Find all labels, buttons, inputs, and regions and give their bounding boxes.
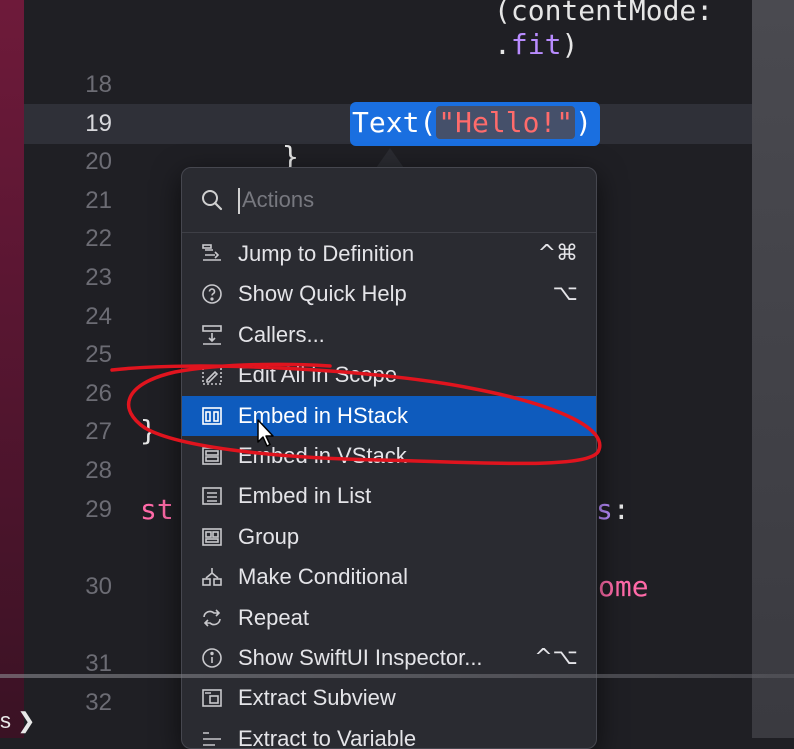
code-text-call: Text( (352, 106, 437, 139)
edit-scope-icon (202, 365, 222, 385)
scrubber-bar (0, 674, 794, 678)
menu-item-embed-in-hstack[interactable]: Embed in HStack (182, 395, 596, 436)
line-number: 30 (85, 573, 112, 600)
menu-item-label: Callers... (238, 321, 325, 347)
menu-item-label: Jump to Definition (238, 241, 415, 266)
line-number: 32 (85, 689, 112, 716)
menu-item-show-swiftui-inspector[interactable]: Show SwiftUI Inspector... ^⌥ (182, 638, 596, 678)
text-caret (238, 188, 240, 214)
code-close-paren: ) (561, 28, 579, 61)
window-edge-right (752, 0, 794, 738)
callers-icon (202, 324, 222, 345)
menu-item-label: Group (238, 523, 300, 549)
actions-search-row (182, 168, 596, 233)
conditional-icon (202, 568, 222, 586)
line-number: 18 (85, 71, 112, 98)
shortcut-label: ⌥ (552, 281, 578, 307)
menu-item-label: Extract Subview (238, 685, 396, 711)
line-number: 28 (85, 457, 112, 484)
code-struct-keyword: st (140, 493, 174, 526)
group-icon (202, 527, 222, 546)
code-close-paren: ) (575, 106, 593, 139)
menu-item-embed-in-list[interactable]: Embed in List (182, 476, 596, 516)
line-number: 24 (85, 303, 112, 330)
search-icon (202, 190, 223, 211)
menu-item-make-conditional[interactable]: Make Conditional (182, 557, 596, 597)
shortcut-label: ^⌘ (537, 241, 578, 266)
line-number: 22 (85, 225, 112, 252)
menu-item-extract-subview[interactable]: Extract Subview (182, 678, 596, 718)
line-number: 20 (85, 148, 112, 175)
shortcut-label: ^⌥ (534, 644, 578, 670)
menu-item-callers[interactable]: Callers... (182, 315, 596, 355)
code-dot: . (494, 28, 511, 61)
menu-item-label: Repeat (238, 604, 309, 630)
menu-item-label: Make Conditional (238, 564, 408, 590)
actions-search-input[interactable] (238, 182, 572, 218)
line-number: 29 (85, 496, 112, 523)
line-number: 21 (85, 187, 112, 214)
popup-pointer (376, 148, 404, 168)
actions-menu: Jump to Definition ^⌘ Show Quick Help ⌥ … (182, 234, 596, 749)
menu-item-label: Extract to Variable (238, 725, 417, 749)
code-line-fit: .fit) (494, 28, 578, 62)
list-icon (202, 487, 222, 506)
line-number-current: 19 (85, 110, 112, 137)
menu-item-repeat[interactable]: Repeat (182, 598, 596, 638)
line-number: 26 (85, 380, 112, 407)
menu-item-edit-all-in-scope[interactable]: Edit All in Scope (182, 355, 596, 395)
code-fit-keyword: fit (510, 28, 562, 61)
code-line-contentmode: (contentMode: (494, 0, 714, 27)
menu-item-extract-to-variable[interactable]: Extract to Variable (182, 719, 596, 749)
info-circle-icon (202, 648, 222, 668)
menu-item-label: Show Quick Help (238, 281, 407, 307)
extract-subview-icon (202, 689, 222, 708)
code-line-29-tail: s: (596, 493, 630, 527)
menu-item-label: Embed in List (238, 483, 372, 509)
menu-item-label: Edit All in Scope (238, 362, 397, 388)
menu-item-show-quick-help[interactable]: Show Quick Help ⌥ (182, 274, 596, 314)
vstack-icon (202, 447, 222, 465)
line-number: 27 (85, 418, 112, 445)
code-colon: : (612, 493, 630, 526)
selected-code[interactable]: Text("Hello!") (352, 106, 592, 140)
jump-to-definition-icon (202, 244, 221, 261)
line-number: 23 (85, 264, 112, 291)
window-edge-left (0, 0, 24, 738)
menu-item-label: Show SwiftUI Inspector... (238, 644, 483, 670)
mouse-cursor-icon (257, 419, 274, 447)
bottom-fragment: s ❯ (0, 708, 36, 733)
menu-item-embed-in-vstack[interactable]: Embed in VStack (182, 436, 596, 476)
code-line-30-tail: ome (598, 570, 649, 603)
menu-item-group[interactable]: Group (182, 517, 596, 557)
line-number: 25 (85, 341, 112, 368)
menu-item-jump-to-definition[interactable]: Jump to Definition ^⌘ (182, 234, 596, 274)
repeat-icon (203, 608, 221, 627)
code-fragment: s (596, 493, 613, 526)
actions-popup: Jump to Definition ^⌘ Show Quick Help ⌥ … (181, 167, 597, 749)
code-brace: } (140, 414, 157, 447)
code-string-literal: "Hello!" (436, 106, 576, 139)
question-circle-icon (202, 284, 222, 305)
hstack-icon (202, 406, 222, 425)
